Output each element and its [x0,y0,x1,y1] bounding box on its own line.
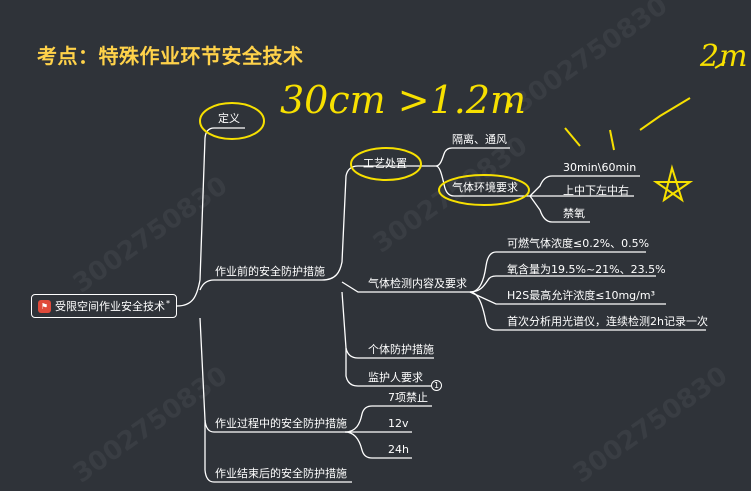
flag-icon: ⚑ [38,299,51,313]
node-during-item[interactable]: 7项禁止 [388,391,428,405]
emphasis-stroke [639,97,691,131]
node-guardian-requirements[interactable]: 监护人要求 [368,371,423,385]
node-detection-item[interactable]: 首次分析用光谱仪，连续检测2h记录一次 [507,315,708,329]
handwritten-note: 2m [700,39,748,74]
handwritten-note: 30cm >1.2m [280,78,527,122]
node-detection-item[interactable]: 可燃气体浓度≤0.2%、0.5% [507,237,649,251]
node-definition[interactable]: 定义 [218,112,240,126]
node-personal-protection[interactable]: 个体防护措施 [368,343,434,357]
star-icon [652,164,694,203]
node-gas-environment[interactable]: 气体环境要求 [452,181,518,195]
node-during-item[interactable]: 12v [388,417,409,431]
collapsed-count-badge[interactable]: 1 [431,380,442,391]
node-before-measures[interactable]: 作业前的安全防护措施 [215,265,325,279]
node-after-measures[interactable]: 作业结束后的安全防护措施 [215,467,347,481]
node-gas-env-item[interactable]: 上中下左中右 [563,184,629,198]
node-gas-env-item[interactable]: 禁氧 [563,207,585,221]
node-during-measures[interactable]: 作业过程中的安全防护措施 [215,417,347,431]
emphasis-stroke [564,127,581,147]
node-process-handling[interactable]: 工艺处置 [363,157,407,171]
node-detection-item[interactable]: 氧含量为19.5%~21%、23.5% [507,263,666,277]
node-during-item[interactable]: 24h [388,443,409,457]
root-node[interactable]: ⚑ 受限空间作业安全技术 * [31,294,177,318]
mindmap-canvas: 3002750830 3002750830 3002750830 3002750… [0,0,751,491]
node-isolation-ventilation[interactable]: 隔离、通风 [452,133,507,147]
node-gas-env-item[interactable]: 30min\60min [563,161,636,175]
root-marker: * [166,298,170,308]
root-label: 受限空间作业安全技术 [55,300,165,313]
node-gas-detection[interactable]: 气体检测内容及要求 [368,277,467,291]
emphasis-stroke [609,129,615,151]
node-detection-item[interactable]: H2S最高允许浓度≤10mg/m³ [507,289,655,303]
